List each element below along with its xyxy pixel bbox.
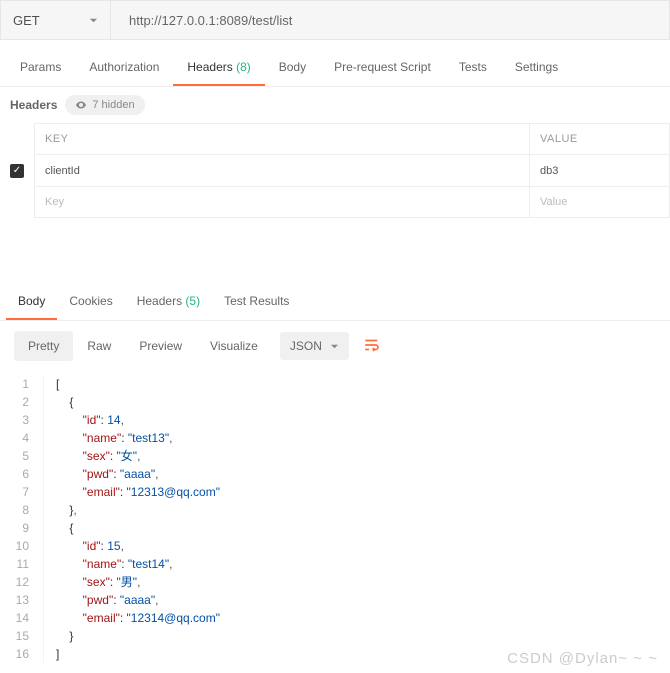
code-line: 4 "name": "test13",: [0, 429, 670, 447]
chevron-down-icon: [330, 342, 339, 351]
table-header-row: KEY VALUE: [0, 124, 670, 155]
code-line: 3 "id": 14,: [0, 411, 670, 429]
resp-tab-test-results[interactable]: Test Results: [212, 286, 301, 320]
code-line: 6 "pwd": "aaaa",: [0, 465, 670, 483]
tab-settings[interactable]: Settings: [501, 52, 572, 86]
url-input[interactable]: http://127.0.0.1:8089/test/list: [111, 1, 669, 39]
view-mode-row: PrettyRawPreviewVisualize JSON: [0, 321, 670, 371]
resp-headers-count: (5): [182, 294, 200, 308]
request-tabs: ParamsAuthorizationHeaders (8)BodyPre-re…: [0, 40, 670, 87]
headers-title: Headers: [10, 98, 57, 112]
table-row[interactable]: ✓ clientId db3: [0, 155, 670, 187]
code-line: 14 "email": "12314@qq.com": [0, 609, 670, 627]
code-line: 1[: [0, 375, 670, 393]
method-select[interactable]: GET: [1, 1, 111, 39]
headers-table: KEY VALUE ✓ clientId db3 Key Value: [0, 123, 670, 218]
hidden-toggle[interactable]: 7 hidden: [65, 95, 144, 115]
view-raw[interactable]: Raw: [73, 331, 125, 361]
checkbox-checked-icon[interactable]: ✓: [10, 164, 24, 178]
checkbox-cell[interactable]: ✓: [0, 155, 35, 187]
response-tabs: BodyCookiesHeaders (5)Test Results: [0, 278, 670, 321]
code-line: 9 {: [0, 519, 670, 537]
key-header: KEY: [35, 124, 530, 155]
view-visualize[interactable]: Visualize: [196, 331, 272, 361]
header-value-cell[interactable]: db3: [530, 155, 670, 187]
resp-tab-body[interactable]: Body: [6, 286, 57, 320]
response-body[interactable]: 1[2 {3 "id": 14,4 "name": "test13",5 "se…: [0, 371, 670, 663]
headers-count: (8): [233, 60, 251, 74]
request-bar: GET http://127.0.0.1:8089/test/list: [0, 0, 670, 40]
headers-subheader: Headers 7 hidden: [0, 87, 670, 123]
tab-authorization[interactable]: Authorization: [75, 52, 173, 86]
tab-pre-request-script[interactable]: Pre-request Script: [320, 52, 445, 86]
header-value-placeholder[interactable]: Value: [530, 187, 670, 218]
wrap-icon: [363, 336, 381, 354]
code-line: 13 "pwd": "aaaa",: [0, 591, 670, 609]
chevron-down-icon: [89, 16, 98, 25]
url-text: http://127.0.0.1:8089/test/list: [129, 13, 292, 28]
view-pretty[interactable]: Pretty: [14, 331, 73, 361]
code-line: 12 "sex": "男",: [0, 573, 670, 591]
code-line: 5 "sex": "女",: [0, 447, 670, 465]
wrap-lines-button[interactable]: [363, 336, 381, 357]
code-line: 15 }: [0, 627, 670, 645]
header-key-cell[interactable]: clientId: [35, 155, 530, 187]
code-line: 10 "id": 15,: [0, 537, 670, 555]
format-select[interactable]: JSON: [280, 332, 349, 360]
resp-tab-headers[interactable]: Headers (5): [125, 286, 212, 320]
view-preview[interactable]: Preview: [125, 331, 196, 361]
tab-body[interactable]: Body: [265, 52, 320, 86]
header-key-placeholder[interactable]: Key: [35, 187, 530, 218]
value-header: VALUE: [530, 124, 670, 155]
hidden-count: 7 hidden: [92, 99, 134, 111]
watermark: CSDN @Dylan~ ~ ~: [507, 650, 658, 667]
table-row-empty[interactable]: Key Value: [0, 187, 670, 218]
checkbox-header: [0, 124, 35, 155]
method-label: GET: [13, 13, 40, 28]
code-line: 8 },: [0, 501, 670, 519]
format-label: JSON: [290, 339, 322, 353]
tab-headers[interactable]: Headers (8): [173, 52, 264, 86]
code-line: 7 "email": "12313@qq.com": [0, 483, 670, 501]
resp-tab-cookies[interactable]: Cookies: [57, 286, 124, 320]
eye-icon: [75, 99, 87, 111]
tab-params[interactable]: Params: [6, 52, 75, 86]
checkbox-cell-empty: [0, 187, 35, 218]
code-line: 2 {: [0, 393, 670, 411]
tab-tests[interactable]: Tests: [445, 52, 501, 86]
code-line: 11 "name": "test14",: [0, 555, 670, 573]
